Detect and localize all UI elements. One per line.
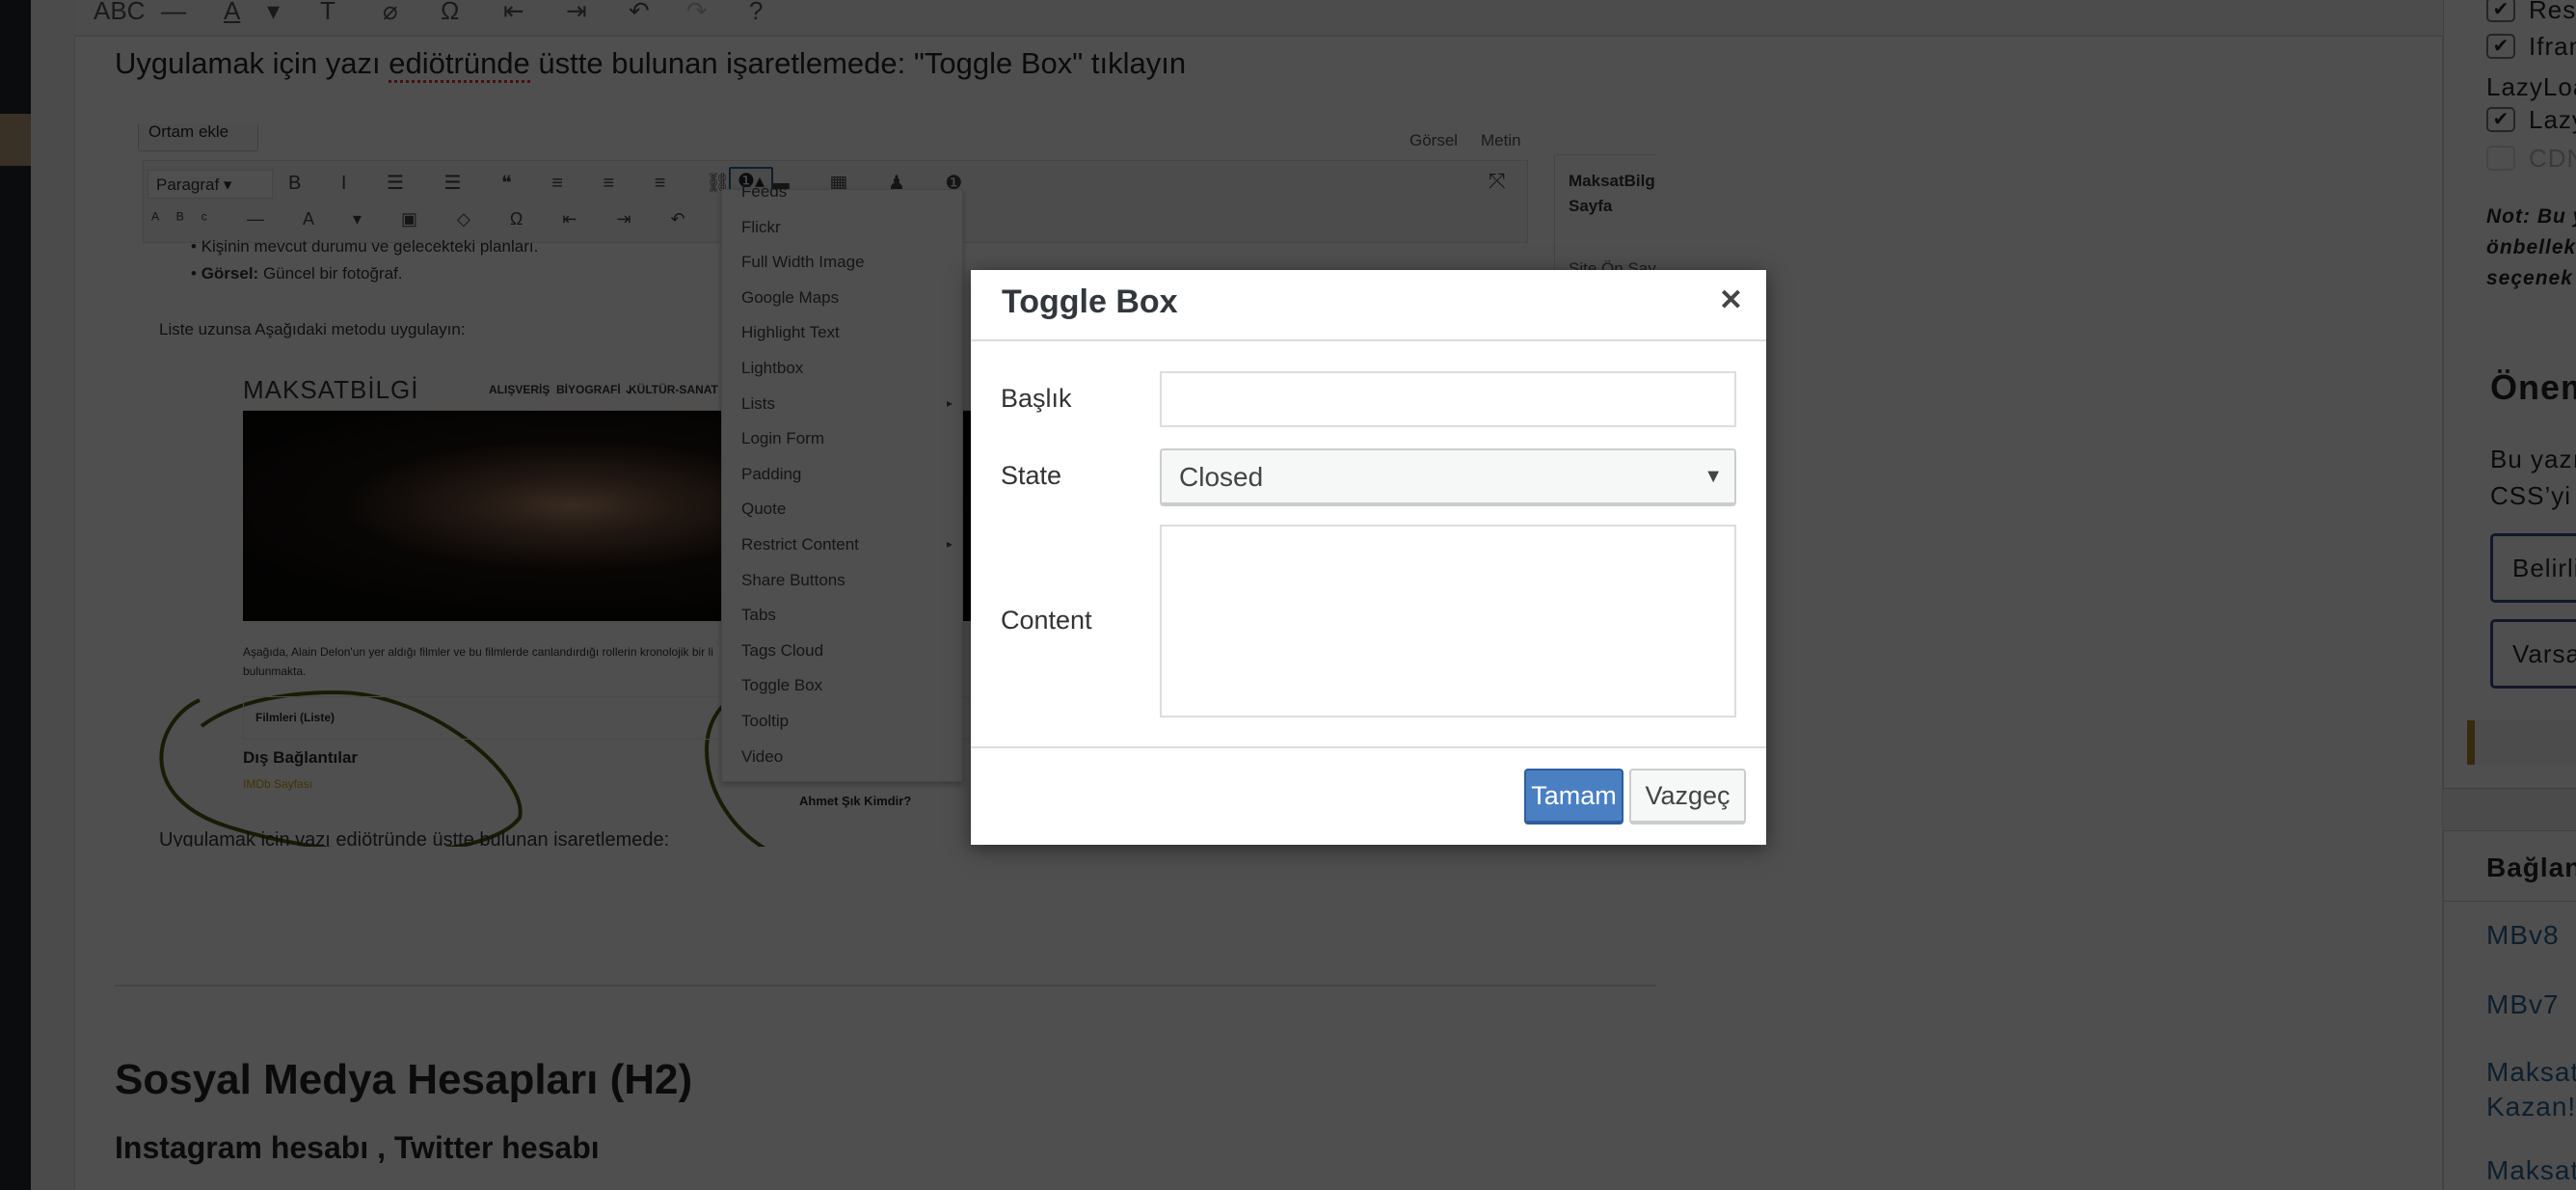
- undo-icon[interactable]: ↶: [629, 0, 650, 26]
- editor-toolbar-row2: ABC — A ▾ T ⌀ Ω ⇤ ⇥ ↶ ↷ ?: [74, 0, 2443, 37]
- menu-item-tabs[interactable]: Tabs: [741, 606, 776, 625]
- link-mbv8[interactable]: MBv8: [2486, 920, 2560, 951]
- menu-item-quote[interactable]: Quote: [741, 500, 786, 519]
- menu-item-login-form[interactable]: Login Form: [741, 429, 824, 448]
- admin-menu-active-item[interactable]: [0, 114, 31, 166]
- menu-item-tags-cloud[interactable]: Tags Cloud: [741, 641, 823, 661]
- toggle-box-dialog: Toggle Box ✕ Başlık State Closed ▼ Conten…: [971, 270, 1766, 845]
- link-maksatbi[interactable]: MaksatBi: [2486, 1057, 2576, 1088]
- sidebar-notice: [2467, 720, 2576, 765]
- checkbox-ifran[interactable]: ✔: [2486, 34, 2515, 59]
- menu-item-tooltip[interactable]: Tooltip: [741, 712, 789, 731]
- menu-item-toggle-box[interactable]: Toggle Box: [741, 676, 822, 695]
- site-logo: MAKSATBİLGİ: [243, 375, 419, 404]
- menu-item-full-width-image[interactable]: Full Width Image: [741, 253, 865, 272]
- heading-h2: Sosyal Medya Hesapları (H2): [115, 1056, 693, 1103]
- redo-icon[interactable]: ↷: [686, 0, 708, 26]
- submenu-arrow-icon: ▸: [946, 395, 953, 410]
- clear-format-icon[interactable]: ⌀: [383, 0, 398, 26]
- indent-icon[interactable]: ⇥: [566, 0, 587, 26]
- close-icon[interactable]: ✕: [1719, 284, 1743, 317]
- help-icon[interactable]: ?: [749, 0, 763, 26]
- bullet-1: • Kişinin mevcut durumu ve gelecekteki p…: [191, 237, 539, 256]
- tab-visual: Görsel: [1409, 131, 1459, 149]
- link-mbv7[interactable]: MBv7: [2486, 989, 2560, 1020]
- fullscreen-icon: ⤧: [1489, 169, 1506, 193]
- dialog-title: Toggle Box: [1002, 284, 1178, 320]
- text-color-icon[interactable]: A: [224, 0, 240, 26]
- link-kazan[interactable]: Kazan!: [2486, 1092, 2576, 1122]
- menu-item-highlight-text[interactable]: Highlight Text: [741, 323, 840, 342]
- checkbox-lazy[interactable]: ✔: [2486, 107, 2515, 132]
- state-label: State: [1001, 461, 1062, 490]
- submenu-arrow-icon: ▸: [946, 537, 953, 551]
- outdent-icon[interactable]: ⇤: [503, 0, 524, 26]
- menu-item-feeds[interactable]: Feeds: [741, 182, 787, 202]
- tab-text: Metin: [1481, 131, 1521, 149]
- format-select: Paragraf ▾: [148, 170, 273, 199]
- content-label: Content: [1001, 606, 1092, 635]
- add-media-button: Ortam ekle: [138, 123, 258, 151]
- sidebar-links-panel: Bağlantı MBv8 MBv7 MaksatBi Kazan! Maksa…: [2443, 830, 2576, 1190]
- bullet-2: • Görsel: Güncel bir fotoğraf.: [191, 264, 403, 283]
- dropdown-icon[interactable]: ▾: [267, 0, 280, 26]
- special-char-icon[interactable]: Ω: [441, 0, 459, 26]
- menu-item-lightbox[interactable]: Lightbox: [741, 359, 803, 378]
- intro-paragraph: Uygulamak için yazı ediötründe üstte bul…: [115, 46, 1186, 83]
- heading-h3: Instagram hesabı , Twitter hesabı: [115, 1130, 600, 1165]
- hr-icon[interactable]: —: [161, 0, 186, 26]
- sidebar-settings-panel: ✔Resi ✔Ifran LazyLoa ✔Lazy CDN Not: Bu y…: [2443, 0, 2576, 789]
- menu-item-video[interactable]: Video: [741, 747, 783, 767]
- title-input[interactable]: [1160, 371, 1736, 427]
- content-textarea[interactable]: [1160, 525, 1736, 717]
- menu-item-google-maps[interactable]: Google Maps: [741, 288, 839, 308]
- checkbox-resi[interactable]: ✔: [2486, 0, 2515, 22]
- menu-item-padding[interactable]: Padding: [741, 465, 801, 484]
- menu-item-restrict-content[interactable]: Restrict Content: [741, 535, 859, 554]
- cancel-button[interactable]: Vazgeç: [1629, 769, 1746, 825]
- state-select[interactable]: Closed ▼: [1160, 448, 1736, 506]
- shortcode-dropdown-menu: Feeds Flickr Full Width Image Google Maps Hi…: [721, 182, 963, 782]
- link-maksatr[interactable]: MaksatR: [2486, 1155, 2576, 1186]
- sidebar-button-varsa[interactable]: Varsa: [2490, 619, 2576, 689]
- divider: [115, 985, 1656, 987]
- format-buttons-row2: ᴬᴮᶜ — A ▾ ▣ ◇ Ω ⇤ ⇥ ↶ ↷ ❓: [151, 209, 818, 229]
- paste-text-icon[interactable]: T: [320, 0, 335, 26]
- checkbox-cdn[interactable]: [2486, 146, 2515, 171]
- menu-item-lists[interactable]: Lists: [741, 394, 775, 414]
- list-note: Liste uzunsa Aşağıdaki metodu uygulayın:: [159, 320, 466, 338]
- menu-item-flickr[interactable]: Flickr: [741, 218, 781, 237]
- ok-button[interactable]: Tamam: [1524, 769, 1623, 825]
- sidebar-button-belirli[interactable]: Belirli: [2490, 533, 2576, 603]
- title-label: Başlık: [1001, 384, 1072, 413]
- strikethrough-icon[interactable]: ABC: [94, 0, 145, 26]
- admin-menu: [0, 0, 31, 1190]
- menu-item-share-buttons[interactable]: Share Buttons: [741, 571, 845, 590]
